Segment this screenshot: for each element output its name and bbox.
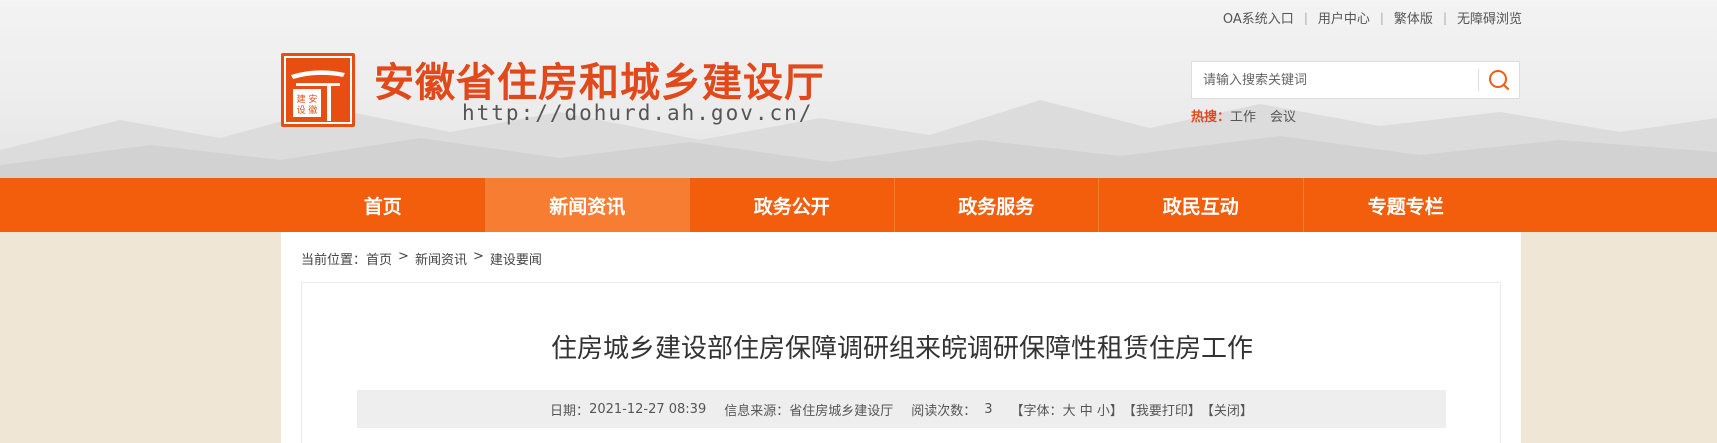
oa-entry-link[interactable]: OA系统入口: [1223, 8, 1294, 27]
breadcrumb-label: 当前位置：: [301, 253, 367, 268]
nav-government-affairs[interactable]: 政务公开: [690, 178, 895, 232]
font-size-small[interactable]: 小: [1097, 400, 1110, 419]
top-links: OA系统入口 | 用户中心 | 繁体版 | 无障碍浏览: [1223, 8, 1522, 28]
divider: |: [1442, 10, 1447, 25]
date-label: 日期：: [550, 403, 590, 419]
article-meta-bar: 日期： 2021-12-27 08:39 信息来源： 省住房城乡建设厅 阅读次数…: [357, 390, 1446, 428]
divider: |: [1379, 10, 1384, 25]
print-button[interactable]: 【我要打印】: [1123, 400, 1201, 419]
search-icon: [1489, 70, 1509, 90]
hot-keyword[interactable]: 工作: [1230, 106, 1256, 125]
breadcrumb-home[interactable]: 首页: [366, 249, 392, 268]
traditional-chinese-link[interactable]: 繁体版: [1394, 8, 1433, 27]
article-source: 省住房城乡建设厅: [789, 403, 894, 419]
user-center-link[interactable]: 用户中心: [1318, 8, 1370, 27]
breadcrumb-construction-news[interactable]: 建设要闻: [490, 249, 542, 268]
hot-search-label: 热搜：: [1191, 110, 1231, 125]
breadcrumb-separator: >: [398, 249, 409, 264]
breadcrumb: 当前位置： 首页 > 新闻资讯 > 建设要闻: [301, 249, 542, 268]
site-header: OA系统入口 | 用户中心 | 繁体版 | 无障碍浏览 建 安 设 徽 安徽省住…: [0, 0, 1717, 178]
font-size-label: 【字体：: [1010, 403, 1063, 419]
gate-logo-icon: 建 安 设 徽: [284, 56, 352, 124]
font-size-large[interactable]: 大: [1063, 400, 1076, 419]
article-title: 住房城乡建设部住房保障调研组来皖调研保障性租赁住房工作: [550, 334, 1253, 364]
site-url: http://dohurd.ah.gov.cn/: [462, 101, 814, 125]
site-title[interactable]: 安徽省住房和城乡建设厅: [374, 50, 825, 108]
article-container: 住房城乡建设部住房保障调研组来皖调研保障性租赁住房工作 日期： 2021-12-…: [301, 282, 1501, 443]
nav-home[interactable]: 首页: [281, 178, 486, 232]
svg-text:设 徽: 设 徽: [297, 104, 318, 116]
font-size-medium[interactable]: 中: [1080, 400, 1093, 419]
breadcrumb-news[interactable]: 新闻资讯: [415, 249, 467, 268]
nav-news[interactable]: 新闻资讯: [485, 178, 690, 232]
search-box: [1191, 61, 1520, 99]
view-count: 3: [984, 401, 993, 417]
site-logo[interactable]: 建 安 设 徽: [281, 53, 355, 127]
breadcrumb-separator: >: [472, 249, 484, 264]
source-label: 信息来源：: [724, 403, 790, 419]
font-size-close: 】: [1109, 403, 1123, 419]
hot-keyword[interactable]: 会议: [1270, 106, 1296, 125]
main-nav: 首页 新闻资讯 政务公开 政务服务 政民互动 专题专栏: [0, 178, 1717, 232]
views-label: 阅读次数：: [911, 403, 977, 419]
divider: |: [1303, 10, 1308, 25]
article-date: 2021-12-27 08:39: [589, 401, 707, 417]
main-content: 当前位置： 首页 > 新闻资讯 > 建设要闻 住房城乡建设部住房保障调研组来皖调…: [281, 232, 1521, 443]
nav-government-services[interactable]: 政务服务: [895, 178, 1099, 232]
svg-text:建 安: 建 安: [297, 93, 318, 105]
nav-special-topics[interactable]: 专题专栏: [1304, 178, 1509, 232]
close-button[interactable]: 【关闭】: [1201, 400, 1253, 419]
hot-search: 热搜： 工作 会议: [1191, 106, 1310, 125]
accessibility-link[interactable]: 无障碍浏览: [1457, 8, 1522, 27]
nav-public-interaction[interactable]: 政民互动: [1099, 178, 1304, 232]
search-input[interactable]: [1192, 62, 1478, 98]
search-button[interactable]: [1479, 62, 1519, 98]
